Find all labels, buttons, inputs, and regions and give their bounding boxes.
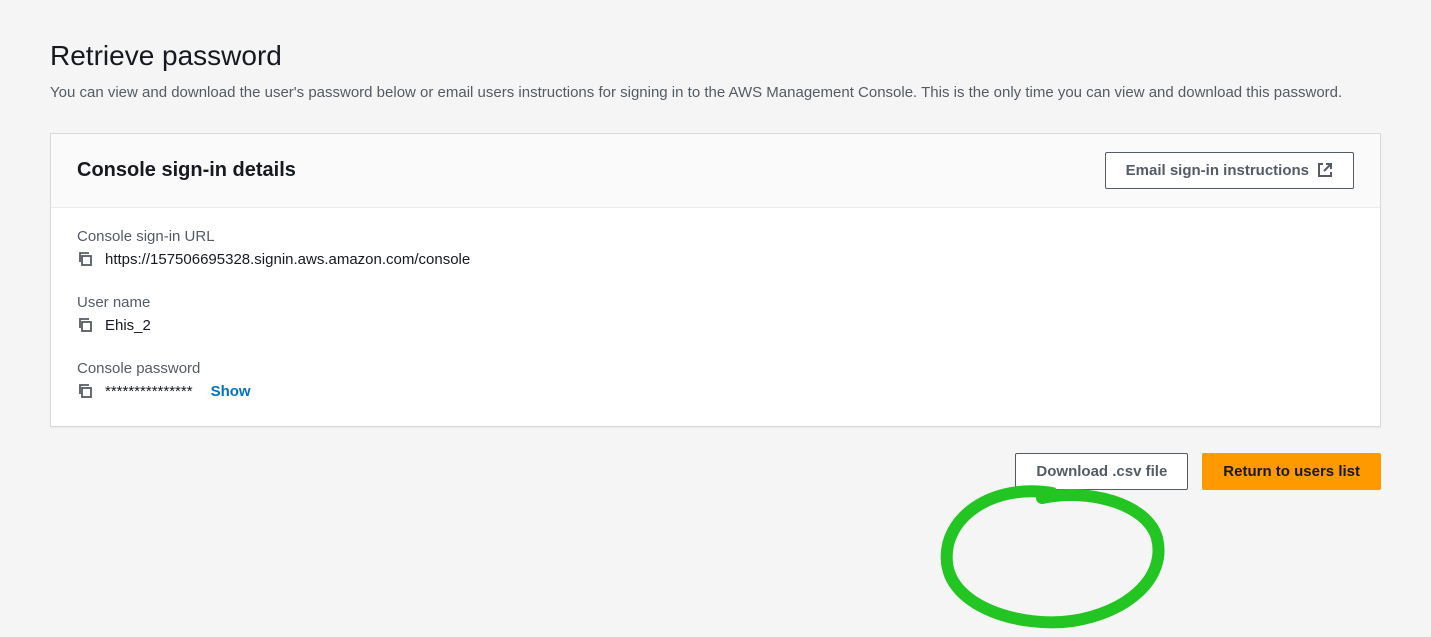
username-label: User name xyxy=(77,294,1354,311)
email-instructions-label: Email sign-in instructions xyxy=(1126,160,1309,181)
field-password: Console password *************** Show xyxy=(77,360,1354,400)
field-signin-url: Console sign-in URL https://157506695328… xyxy=(77,228,1354,268)
return-users-label: Return to users list xyxy=(1223,461,1360,482)
password-label: Console password xyxy=(77,360,1354,377)
signin-url-value: https://157506695328.signin.aws.amazon.c… xyxy=(105,251,470,268)
page-description: You can view and download the user's pas… xyxy=(50,82,1380,105)
copy-icon[interactable] xyxy=(77,383,93,399)
signin-url-label: Console sign-in URL xyxy=(77,228,1354,245)
annotation-circle xyxy=(932,483,1182,633)
return-users-button[interactable]: Return to users list xyxy=(1202,453,1381,490)
external-link-icon xyxy=(1317,162,1333,178)
copy-icon[interactable] xyxy=(77,317,93,333)
field-username: User name Ehis_2 xyxy=(77,294,1354,334)
page-title: Retrieve password xyxy=(50,40,1381,72)
password-value: *************** xyxy=(105,383,193,400)
show-password-link[interactable]: Show xyxy=(211,383,251,400)
signin-details-panel: Console sign-in details Email sign-in in… xyxy=(50,133,1381,427)
download-csv-label: Download .csv file xyxy=(1036,461,1167,482)
copy-icon[interactable] xyxy=(77,251,93,267)
footer-actions: Download .csv file Return to users list xyxy=(50,453,1381,490)
email-instructions-button[interactable]: Email sign-in instructions xyxy=(1105,152,1354,189)
username-value: Ehis_2 xyxy=(105,317,151,334)
panel-title: Console sign-in details xyxy=(77,159,296,182)
download-csv-button[interactable]: Download .csv file xyxy=(1015,453,1188,490)
